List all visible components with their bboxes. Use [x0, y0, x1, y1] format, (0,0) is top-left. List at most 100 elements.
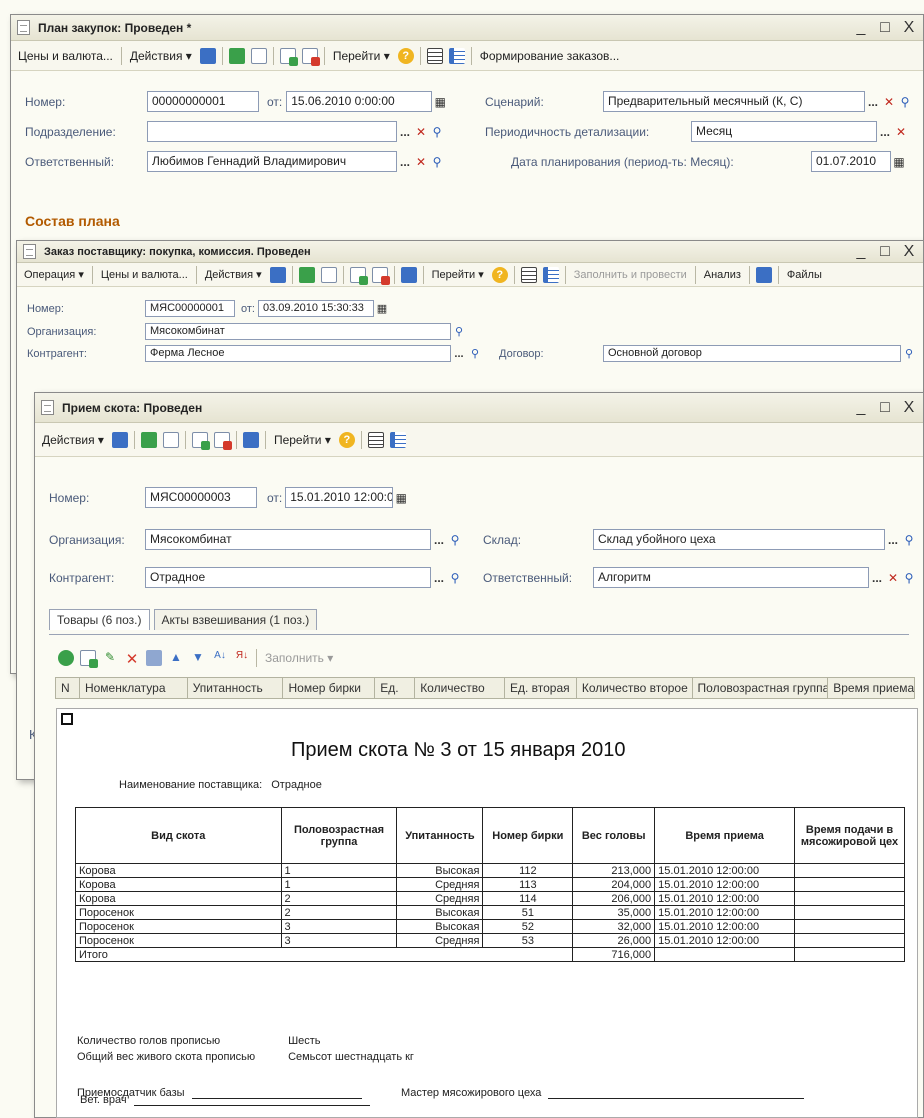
- plan-date-field[interactable]: 01.07.2010: [811, 151, 891, 172]
- analysis-button[interactable]: Анализ: [699, 267, 746, 283]
- post-icon[interactable]: [111, 431, 128, 448]
- search-icon[interactable]: ⚲: [901, 533, 917, 547]
- prices-button[interactable]: Цены и валюта...: [96, 267, 193, 283]
- column-header[interactable]: Номер бирки: [283, 678, 376, 698]
- counterparty-field[interactable]: Ферма Лесное: [145, 345, 451, 362]
- list-icon[interactable]: [367, 431, 384, 448]
- move-down-icon[interactable]: ▼: [190, 650, 206, 666]
- search-icon[interactable]: ⚲: [451, 325, 467, 338]
- sort-asc-icon[interactable]: A↓: [212, 650, 228, 666]
- organization-field[interactable]: Мясокомбинат: [145, 323, 451, 340]
- goto-menu[interactable]: Перейти ▾: [328, 47, 395, 65]
- select-button[interactable]: ...: [451, 348, 467, 360]
- close-icon[interactable]: X: [901, 19, 917, 37]
- scenario-field[interactable]: Предварительный месячный (К, С): [603, 91, 865, 112]
- refresh-icon[interactable]: [298, 266, 315, 283]
- based-on-icon[interactable]: [279, 47, 298, 66]
- refresh-icon[interactable]: [228, 47, 245, 64]
- search-icon[interactable]: ⚲: [447, 571, 463, 585]
- post-icon[interactable]: [199, 47, 216, 64]
- search-icon[interactable]: ⚲: [901, 347, 917, 360]
- orders-button[interactable]: Формирование заказов...: [475, 47, 625, 65]
- calendar-icon[interactable]: ▦: [432, 95, 448, 109]
- move-up-icon[interactable]: ▲: [168, 650, 184, 666]
- tree-icon[interactable]: [389, 431, 406, 448]
- calendar-icon[interactable]: ▦: [374, 302, 390, 315]
- column-header[interactable]: N: [56, 678, 80, 698]
- search-icon[interactable]: ⚲: [429, 155, 445, 169]
- calendar-icon[interactable]: ▦: [891, 155, 907, 169]
- copy-document-icon[interactable]: [162, 431, 179, 448]
- help-icon[interactable]: ?: [491, 266, 508, 283]
- structure-icon[interactable]: [213, 431, 232, 450]
- number-field[interactable]: 00000000001: [147, 91, 259, 112]
- fill-and-post-button[interactable]: Заполнить и провести: [569, 267, 692, 283]
- edit-row-icon[interactable]: ✎: [102, 650, 118, 666]
- tab-goods[interactable]: Товары (6 поз.): [49, 609, 150, 630]
- checkbox-icon[interactable]: [61, 713, 73, 725]
- add-row-icon[interactable]: [58, 650, 74, 666]
- responsible-field[interactable]: Любимов Геннадий Владимирович: [147, 151, 397, 172]
- clear-icon[interactable]: ✕: [413, 155, 429, 169]
- division-field[interactable]: [147, 121, 397, 142]
- column-header[interactable]: Время приема: [828, 678, 914, 698]
- select-button[interactable]: ...: [877, 125, 893, 139]
- search-icon[interactable]: ⚲: [467, 347, 483, 360]
- periodicity-field[interactable]: Месяц: [691, 121, 877, 142]
- minimize-icon[interactable]: _: [853, 243, 869, 261]
- help-icon[interactable]: ?: [338, 431, 355, 448]
- maximize-icon[interactable]: □: [877, 19, 893, 37]
- date-field[interactable]: 03.09.2010 15:30:33: [257, 300, 374, 317]
- goto-menu[interactable]: Перейти ▾: [427, 266, 489, 283]
- column-header[interactable]: Количество второе: [577, 678, 693, 698]
- column-header[interactable]: Количество: [415, 678, 505, 698]
- list-icon[interactable]: [426, 47, 443, 64]
- structure-icon[interactable]: [301, 47, 320, 66]
- column-header[interactable]: Половозрастная группа: [693, 678, 829, 698]
- counterparty-field[interactable]: Отрадное: [145, 567, 431, 588]
- responsible-field[interactable]: Алгоритм: [593, 567, 869, 588]
- organization-field[interactable]: Мясокомбинат: [145, 529, 431, 550]
- contract-field[interactable]: Основной договор: [603, 345, 901, 362]
- number-field[interactable]: МЯС00000003: [145, 487, 257, 508]
- delete-row-icon[interactable]: ✕: [124, 650, 140, 668]
- column-header[interactable]: Номенклатура: [80, 678, 188, 698]
- close-icon[interactable]: X: [901, 243, 917, 261]
- files-button[interactable]: Файлы: [782, 267, 827, 283]
- minimize-icon[interactable]: _: [853, 399, 869, 417]
- sort-desc-icon[interactable]: Я↓: [234, 650, 250, 666]
- print-icon[interactable]: [242, 431, 259, 448]
- copy-document-icon[interactable]: [320, 266, 337, 283]
- select-button[interactable]: ...: [397, 125, 413, 139]
- maximize-icon[interactable]: □: [877, 399, 893, 417]
- select-button[interactable]: ...: [397, 155, 413, 169]
- close-icon[interactable]: X: [901, 399, 917, 417]
- clear-icon[interactable]: ✕: [881, 95, 897, 109]
- number-field[interactable]: МЯС00000001: [145, 300, 235, 317]
- select-button[interactable]: ...: [431, 533, 447, 547]
- actions-menu[interactable]: Действия ▾: [125, 47, 197, 65]
- search-icon[interactable]: ⚲: [897, 95, 913, 109]
- clear-icon[interactable]: ✕: [893, 125, 909, 139]
- based-on-icon[interactable]: [349, 266, 368, 285]
- tab-weighing-acts[interactable]: Акты взвешивания (1 поз.): [153, 609, 318, 630]
- operation-menu[interactable]: Операция ▾: [19, 266, 89, 283]
- maximize-icon[interactable]: □: [877, 243, 893, 261]
- clear-icon[interactable]: ✕: [413, 125, 429, 139]
- column-header[interactable]: Ед.: [375, 678, 416, 698]
- fill-menu[interactable]: Заполнить ▾: [260, 649, 338, 667]
- print-icon[interactable]: [400, 266, 417, 283]
- copy-document-icon[interactable]: [250, 47, 267, 64]
- actions-menu[interactable]: Действия ▾: [200, 266, 267, 283]
- goto-menu[interactable]: Перейти ▾: [269, 431, 336, 449]
- select-button[interactable]: ...: [869, 571, 885, 585]
- minimize-icon[interactable]: _: [853, 19, 869, 37]
- actions-menu[interactable]: Действия ▾: [37, 431, 109, 449]
- warehouse-field[interactable]: Склад убойного цеха: [593, 529, 885, 550]
- based-on-icon[interactable]: [191, 431, 210, 450]
- search-icon[interactable]: ⚲: [429, 125, 445, 139]
- search-icon[interactable]: ⚲: [447, 533, 463, 547]
- select-button[interactable]: ...: [885, 533, 901, 547]
- tree-icon[interactable]: [542, 266, 559, 283]
- prices-button[interactable]: Цены и валюта...: [13, 47, 118, 65]
